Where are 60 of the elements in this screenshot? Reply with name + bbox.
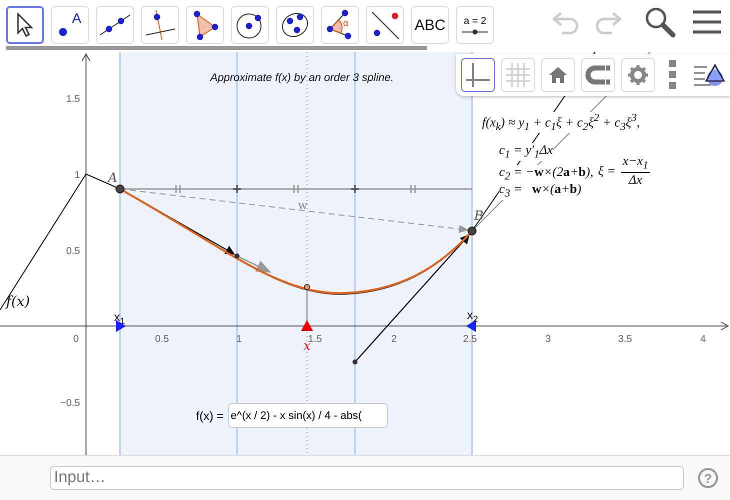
x-tick-label: 1.5: [308, 334, 322, 345]
x-tick-label: 2.5: [463, 334, 477, 345]
formula-text: c$_{2}$ = −w×(2a+b),: [499, 165, 594, 184]
point-label: B: [474, 209, 484, 224]
home-icon: [548, 66, 568, 84]
tool-button[interactable]: ABC: [411, 6, 449, 44]
formula-text: ξ =: [598, 164, 616, 178]
x-tick-label: 3.5: [618, 334, 632, 345]
perpendicular-line-icon: [144, 9, 176, 41]
point-label: A: [108, 171, 118, 186]
function-label: f(x): [6, 294, 30, 310]
scroll-bar[interactable]: [6, 46, 427, 50]
point[interactable]: [352, 360, 358, 364]
magnet-icon: [585, 65, 611, 85]
function-input-field[interactable]: e^(x / 2) - x sin(x) / 4 - abs(: [228, 403, 388, 428]
curve-point[interactable]: [304, 284, 310, 290]
tool-button[interactable]: [6, 6, 44, 44]
input-bar-field[interactable]: Input…: [50, 466, 684, 490]
derivative-arrow: [236, 255, 272, 273]
settings-icon: [627, 64, 649, 86]
search-button[interactable]: [644, 6, 676, 38]
slider-icon: [462, 28, 488, 34]
marker-label: x$_{1}$: [114, 310, 126, 326]
x-tick-label: 0: [73, 334, 79, 345]
x-tick-label: 1: [236, 334, 242, 345]
settings-button[interactable]: [621, 58, 655, 92]
point-a[interactable]: [116, 184, 124, 194]
more-dots-icon: [669, 60, 677, 90]
y-tick-label: −0.5: [60, 398, 80, 409]
grid-icon: [505, 62, 531, 88]
caption: Approximate f(x) by an order 3 spline.: [210, 72, 394, 84]
interval-end-marker[interactable]: [466, 320, 476, 332]
tool-button[interactable]: a = 2: [456, 6, 494, 44]
x-tick-label: 0.5: [155, 334, 169, 345]
point[interactable]: [234, 254, 240, 258]
vector-label: w: [298, 199, 308, 212]
formula-text: c$_{1}$ = y′$_{1}$Δx: [499, 143, 553, 162]
marker-label: x$_{2}$: [467, 308, 478, 324]
y-tick-label: 0.5: [66, 246, 80, 257]
slider-point-icon[interactable]: [301, 320, 313, 331]
snap-button[interactable]: [581, 58, 615, 92]
x-tick-label: 3: [545, 334, 551, 345]
y-tick-label: 1: [74, 170, 80, 181]
point-b[interactable]: [468, 226, 476, 236]
line-and-points-icon: [369, 9, 401, 41]
formula-text: f(x$_{k}$) ≈ y$_{1}$ + c$_{1}$ξ + c$_{2}$ξ$^{2}$ + c$_{3}$ξ$^{3}$,: [482, 112, 640, 134]
formula-text: c$_{3}$ = w×(a+b): [499, 182, 582, 200]
menu-icon: [692, 9, 722, 35]
x-tick-label: 2: [391, 334, 397, 345]
axes-button[interactable]: [461, 58, 495, 92]
graphics-view-icon: [693, 62, 725, 88]
x-tick-label: 4: [700, 334, 706, 345]
input-box-label: f(x) =: [196, 408, 224, 422]
home-button[interactable]: [541, 58, 575, 92]
menu-button[interactable]: [692, 9, 722, 35]
line-icon: [99, 12, 131, 38]
axes-icon: [465, 62, 491, 88]
search-icon: [644, 6, 676, 38]
y-tick-label: 1.5: [66, 94, 80, 105]
slider-label: a = 2: [464, 16, 486, 26]
